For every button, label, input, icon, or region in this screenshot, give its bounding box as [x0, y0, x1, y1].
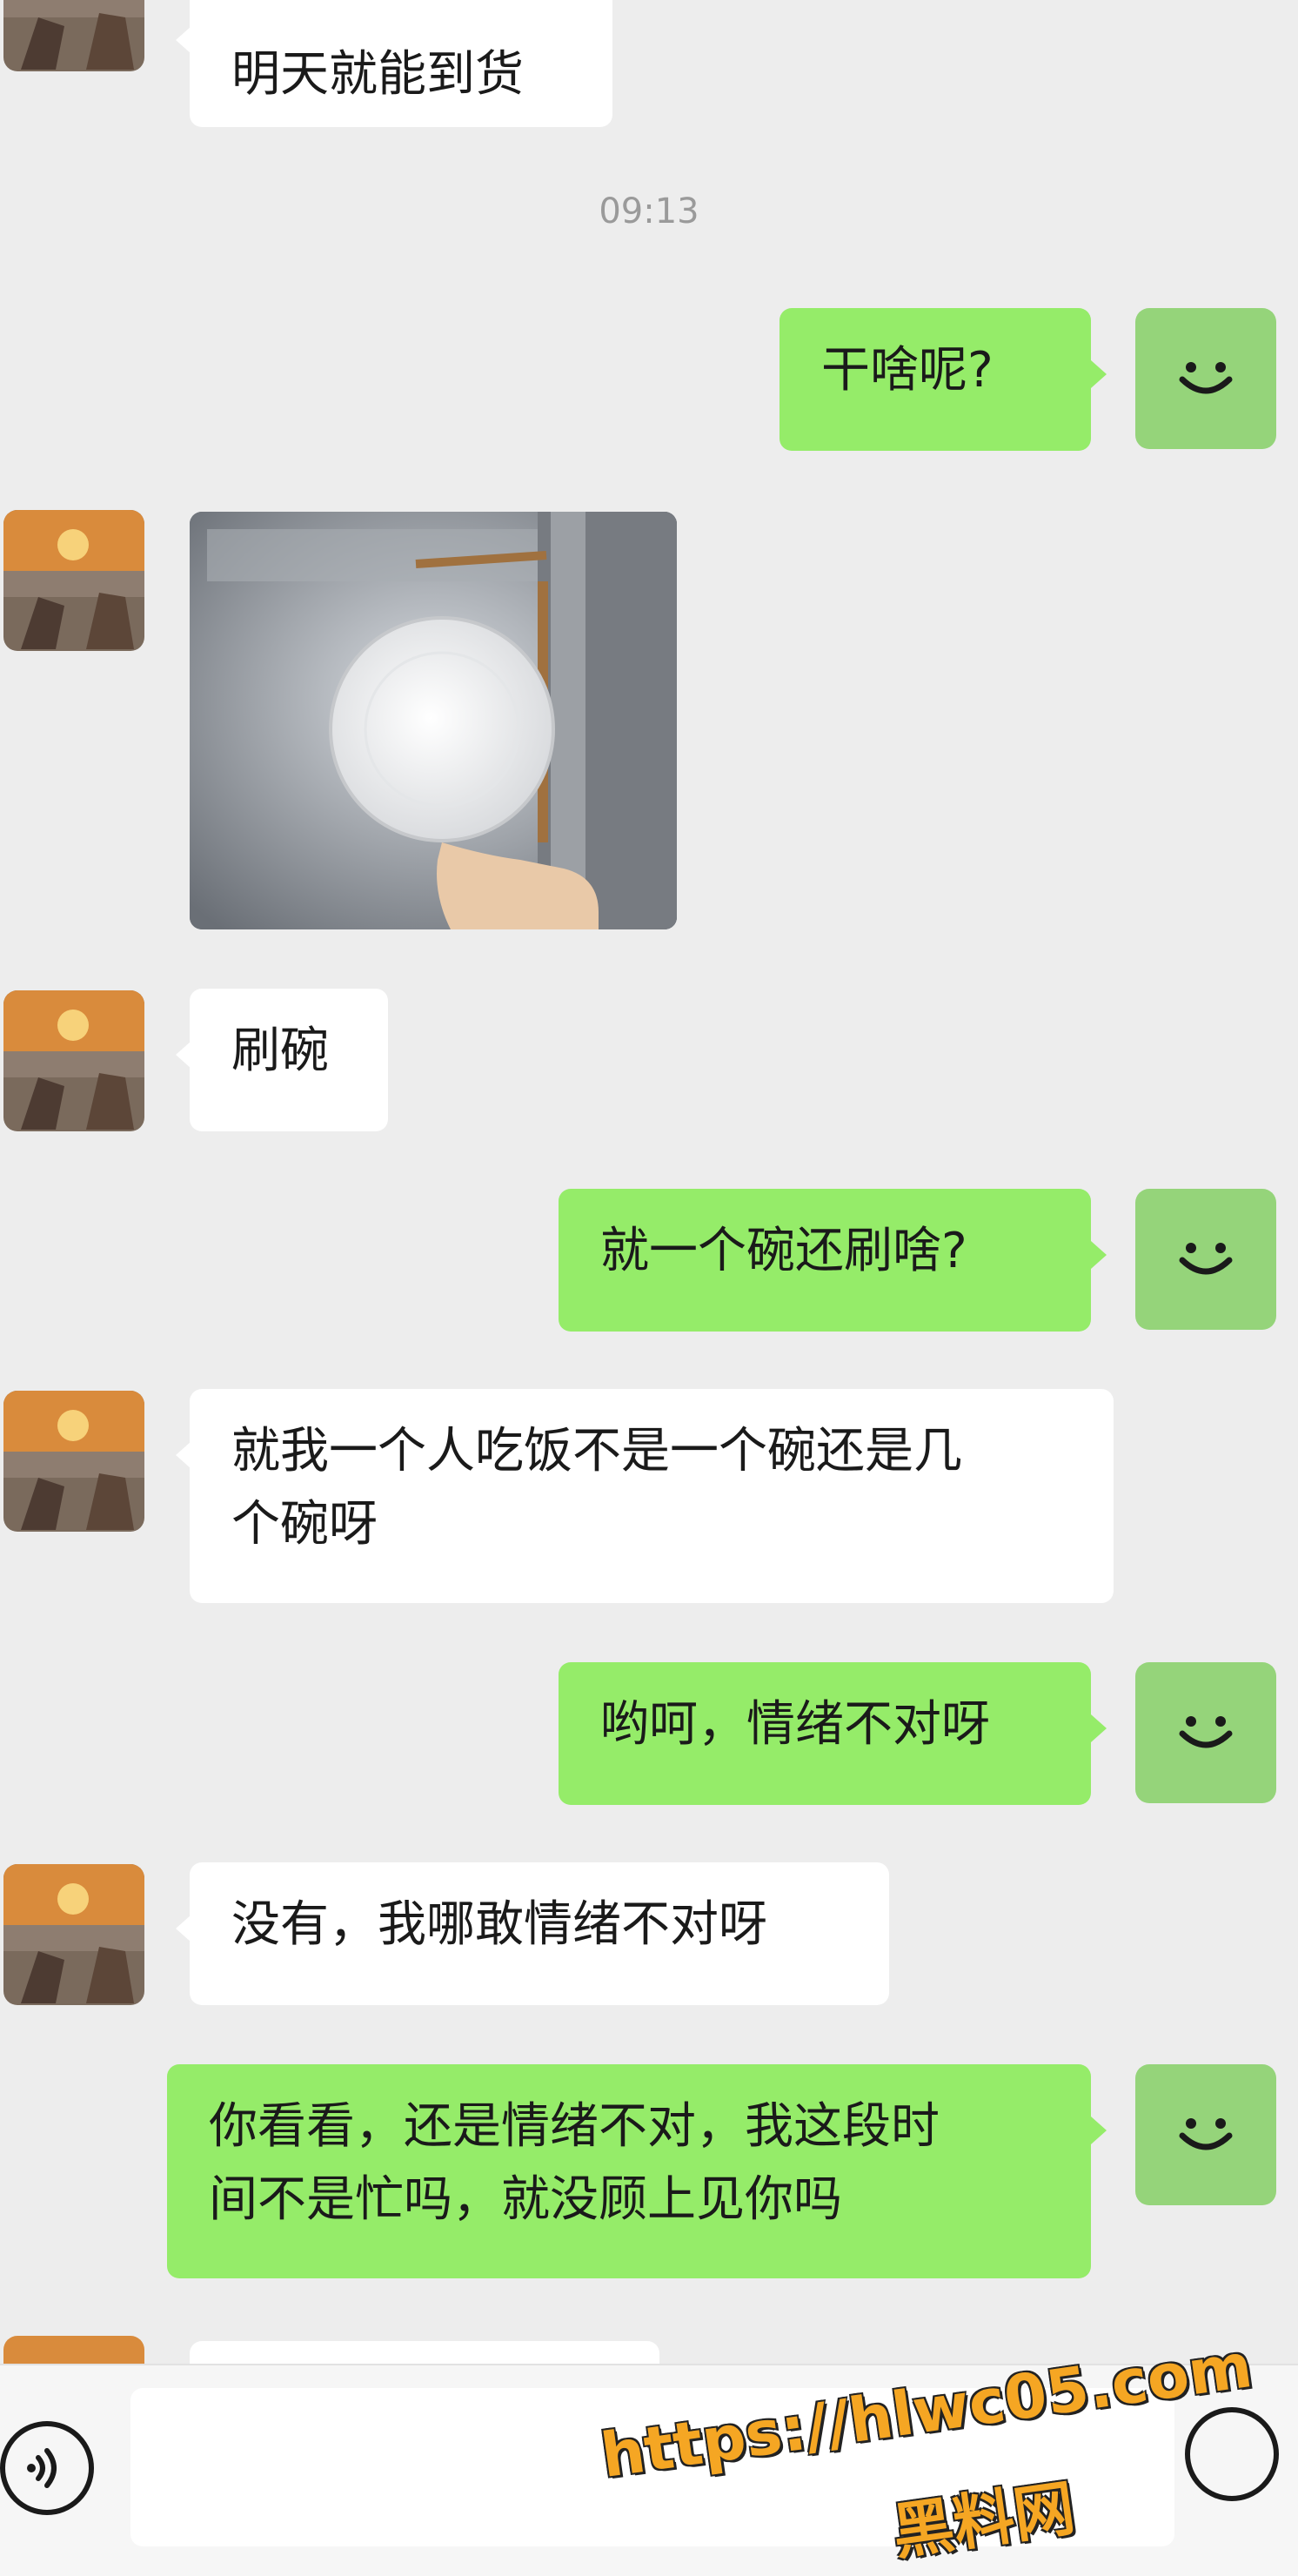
message-bubble-outgoing[interactable]: 就一个碗还刷啥? — [559, 1189, 1107, 1332]
contact-avatar[interactable] — [3, 1391, 144, 1532]
message-text-line2: 个碗呀 — [231, 1496, 378, 1553]
message-text-line2: 间不是忙吗，就没顾上见你吗 — [209, 2171, 842, 2228]
message-text: 干啥呢? — [821, 342, 994, 399]
message-photo-washing-bowl[interactable] — [190, 512, 677, 929]
contact-avatar[interactable] — [3, 0, 144, 71]
smiley-avatar-icon — [1135, 308, 1276, 449]
message-text: 哟呵，情绪不对呀 — [600, 1696, 990, 1753]
message-bubble-outgoing[interactable]: 干啥呢? — [779, 308, 1107, 451]
message-bubble-incoming[interactable]: 明天就能到货 — [176, 0, 612, 127]
message-text-line1: 你看看，还是情绪不对，我这段时 — [209, 2098, 940, 2155]
self-avatar[interactable] — [1135, 308, 1276, 449]
voice-icon — [27, 2448, 57, 2488]
message-text: 就一个碗还刷啥? — [600, 1223, 967, 1279]
self-avatar[interactable] — [1135, 2064, 1276, 2205]
contact-avatar[interactable] — [3, 990, 144, 1131]
message-bubble-outgoing[interactable]: 哟呵，情绪不对呀 — [559, 1662, 1107, 1805]
smiley-avatar-icon — [1135, 1189, 1276, 1330]
contact-avatar[interactable] — [3, 510, 144, 651]
message-text: 明天就能到货 — [231, 46, 524, 103]
smiley-avatar-icon — [1135, 1662, 1276, 1803]
self-avatar[interactable] — [1135, 1662, 1276, 1803]
smiley-avatar-icon — [1135, 2064, 1276, 2205]
emoji-button[interactable] — [1185, 2407, 1279, 2501]
message-bubble-outgoing[interactable]: 你看看，还是情绪不对，我这段时 间不是忙吗，就没顾上见你吗 — [167, 2064, 1107, 2278]
contact-avatar-image — [3, 990, 144, 1131]
contact-avatar[interactable] — [3, 1864, 144, 2005]
message-timestamp: 09:13 — [599, 191, 699, 231]
contact-avatar-image — [3, 1391, 144, 1532]
message-text: 刷碗 — [231, 1023, 329, 1079]
message-text-line1: 就我一个人吃饭不是一个碗还是几 — [231, 1423, 962, 1479]
message-bubble-incoming[interactable]: 刷碗 — [176, 989, 388, 1131]
voice-button[interactable] — [0, 2421, 94, 2515]
message-text: 没有，我哪敢情绪不对呀 — [231, 1896, 767, 1953]
contact-avatar-image — [3, 0, 144, 71]
chat-area[interactable]: 明天就能到货 09:13 干啥呢? 刷碗 就一个碗还刷啥? 就我一个人吃饭不是一… — [0, 0, 1298, 2371]
self-avatar[interactable] — [1135, 1189, 1276, 1330]
contact-avatar-image — [3, 510, 144, 651]
message-bubble-incoming[interactable]: 就我一个人吃饭不是一个碗还是几 个碗呀 — [176, 1389, 1114, 1603]
contact-avatar-image — [3, 1864, 144, 2005]
message-bubble-incoming[interactable]: 没有，我哪敢情绪不对呀 — [176, 1862, 889, 2005]
